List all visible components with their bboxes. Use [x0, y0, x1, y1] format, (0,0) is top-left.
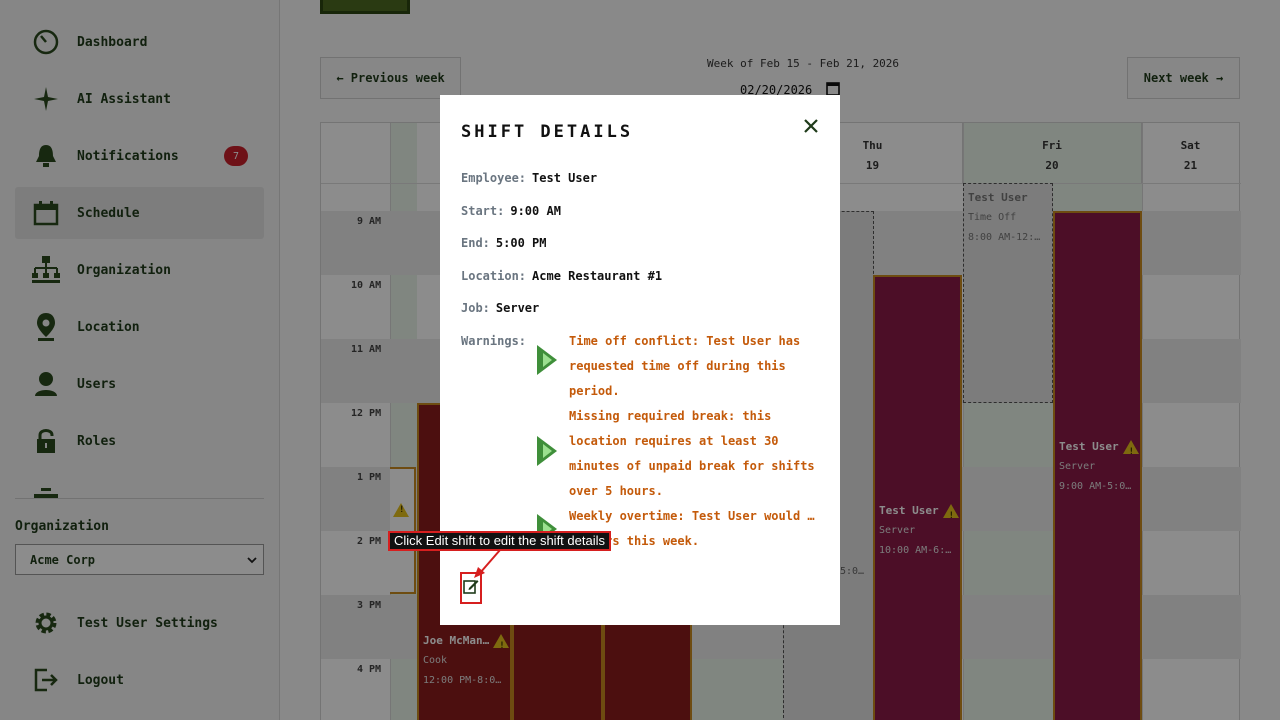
end-label: End: — [461, 236, 490, 250]
location-field: Location: Acme Restaurant #1 — [461, 269, 662, 283]
warning-item: Time off conflict: Test User has request… — [535, 329, 815, 404]
job-value: Server — [495, 301, 540, 315]
close-icon[interactable] — [801, 118, 821, 138]
end-field: End: 5:00 PM — [461, 236, 546, 250]
employee-field: Employee: Test User — [461, 171, 597, 185]
callout-arrow — [474, 549, 501, 578]
pencil-edit-icon — [463, 578, 479, 598]
warning-text: Time off conflict: Test User has request… — [569, 334, 801, 398]
modal-title: SHIFT DETAILS — [461, 122, 634, 142]
end-value: 5:00 PM — [495, 236, 547, 250]
start-value: 9:00 AM — [510, 204, 561, 218]
location-label: Location: — [461, 269, 527, 283]
triangle-bullet-icon — [535, 329, 559, 375]
start-field: Start: 9:00 AM — [461, 204, 561, 218]
employee-label: Employee: — [461, 171, 527, 185]
job-field: Job: Server — [461, 301, 539, 315]
warnings-label: Warnings: — [461, 334, 527, 348]
start-label: Start: — [461, 204, 505, 218]
employee-value: Test User — [532, 171, 598, 185]
warning-text: Missing required break: this location re… — [569, 409, 815, 498]
triangle-bullet-icon — [535, 404, 559, 466]
location-value: Acme Restaurant #1 — [532, 269, 663, 283]
warning-item: Missing required break: this location re… — [535, 404, 815, 504]
job-label: Job: — [461, 301, 490, 315]
